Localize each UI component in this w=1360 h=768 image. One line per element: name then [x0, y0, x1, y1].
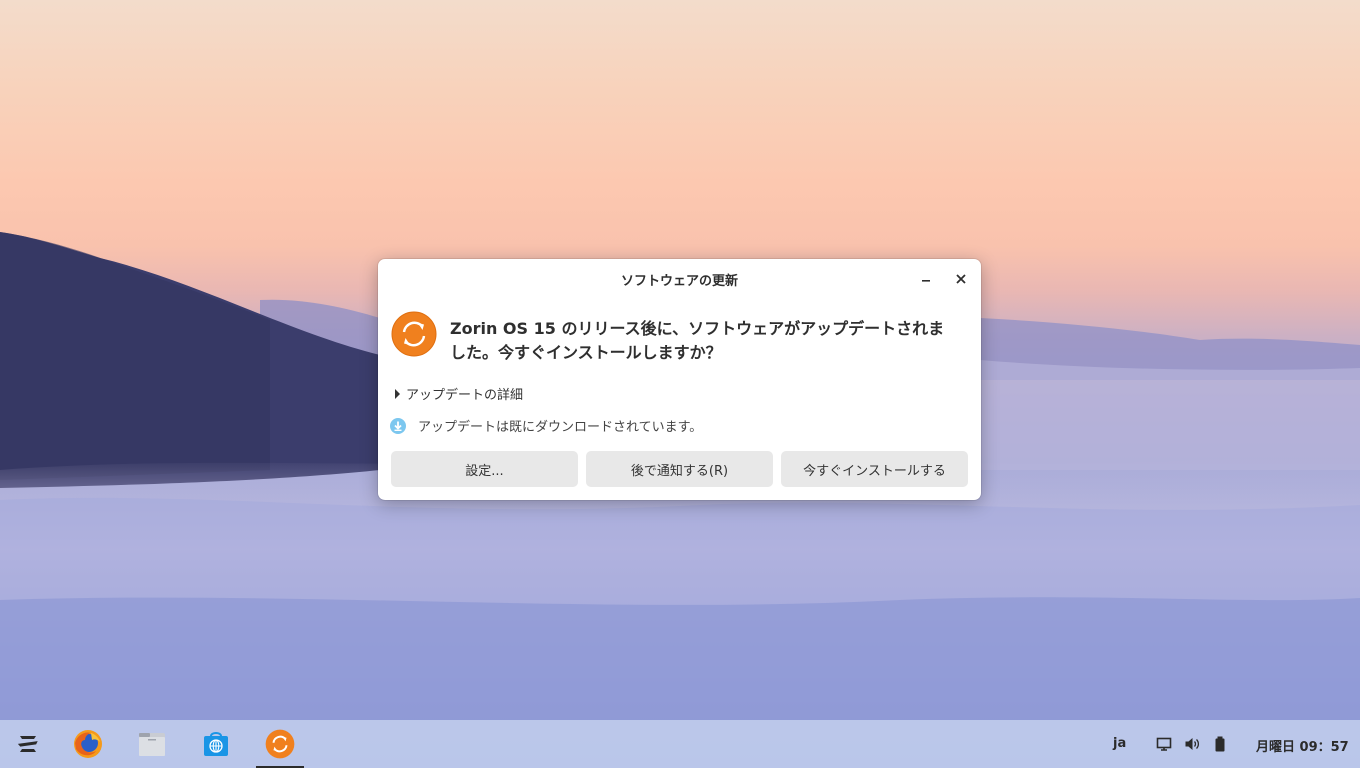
zorin-menu-icon	[17, 736, 38, 752]
update-details-label: アップデートの詳細	[406, 388, 524, 403]
taskbar: ja 月曜日 09：57	[0, 720, 1360, 768]
dialog-buttons: 設定... 後で通知する(R) 今すぐインストールする	[391, 451, 968, 487]
update-message: Zorin OS 15 のリリース後に、ソフトウェアがアップデートされました。今…	[450, 319, 945, 362]
software-update-icon	[391, 311, 437, 357]
volume-icon	[1185, 738, 1200, 750]
minimize-button[interactable]	[915, 268, 937, 290]
keyboard-layout-indicator[interactable]: ja	[1113, 736, 1126, 751]
remind-later-button[interactable]: 後で通知する(R)	[586, 451, 773, 487]
download-status-text: アップデートは既にダウンロードされています。	[418, 420, 703, 435]
settings-button[interactable]: 設定...	[391, 451, 578, 487]
update-details-expander[interactable]: アップデートの詳細	[395, 384, 523, 403]
software-store-launcher[interactable]	[192, 720, 240, 768]
firefox-icon	[74, 730, 102, 758]
close-button[interactable]	[950, 268, 972, 290]
files-icon	[139, 733, 165, 756]
dialog-titlebar[interactable]: ソフトウェアの更新	[378, 259, 981, 299]
display-tray-button[interactable]	[1154, 734, 1174, 754]
firefox-launcher[interactable]	[64, 720, 112, 768]
close-icon	[956, 274, 966, 284]
dialog-title: ソフトウェアの更新	[620, 274, 738, 289]
install-now-button[interactable]: 今すぐインストールする	[781, 451, 968, 487]
expander-arrow-icon	[395, 388, 400, 399]
software-updater-icon	[265, 729, 295, 759]
software-updater-launcher[interactable]	[256, 720, 304, 768]
software-store-icon	[204, 732, 228, 756]
download-status: アップデートは既にダウンロードされています。	[390, 416, 702, 435]
volume-tray-button[interactable]	[1182, 734, 1202, 754]
clock[interactable]: 月曜日 09：57	[1256, 736, 1349, 755]
download-info-icon	[390, 417, 406, 434]
zorin-menu-button[interactable]	[4, 720, 52, 768]
software-update-dialog: ソフトウェアの更新 Zorin OS 15 のリリース後に、ソフトウェアがアップ…	[378, 259, 981, 500]
battery-icon	[1215, 736, 1225, 752]
battery-tray-button[interactable]	[1210, 734, 1230, 754]
display-icon	[1156, 737, 1172, 751]
files-launcher[interactable]	[128, 720, 176, 768]
minimize-icon	[922, 280, 930, 282]
